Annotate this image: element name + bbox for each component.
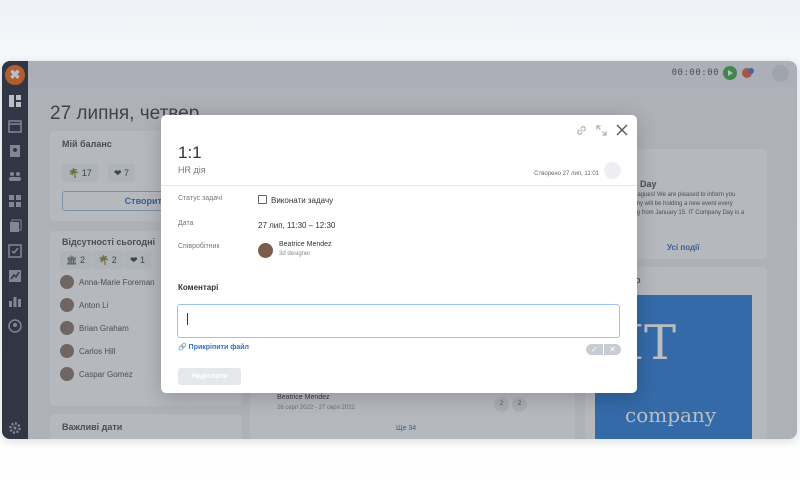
attach-file-link[interactable]: 🔗 Прикріпити файл bbox=[178, 343, 249, 351]
complete-task-checkbox[interactable] bbox=[258, 195, 267, 204]
confirm-icon[interactable]: ✓ bbox=[586, 344, 603, 355]
comment-input[interactable] bbox=[177, 304, 620, 338]
comment-actions: ✓ ✕ bbox=[586, 344, 621, 355]
employee-role: 3d designer bbox=[279, 251, 311, 257]
task-modal: 1:1 HR дія Створено 27 лип, 11:01 Статус… bbox=[161, 115, 637, 393]
link-icon[interactable] bbox=[576, 123, 587, 135]
employee-name[interactable]: Beatrice Mendez bbox=[279, 241, 332, 248]
comments-title: Коментарі bbox=[178, 283, 219, 292]
date-value: 27 лип, 11:30 – 12:30 bbox=[258, 221, 336, 230]
created-timestamp: Створено 27 лип, 11:01 bbox=[534, 171, 599, 177]
send-button[interactable]: Надіслати bbox=[178, 368, 241, 385]
close-icon[interactable] bbox=[616, 123, 628, 136]
modal-title: 1:1 bbox=[178, 143, 202, 162]
creator-avatar[interactable] bbox=[604, 162, 621, 179]
cancel-icon[interactable]: ✕ bbox=[604, 344, 621, 355]
modal-divider bbox=[161, 185, 637, 186]
modal-subtitle: HR дія bbox=[178, 165, 206, 175]
status-label: Статус задачі bbox=[178, 195, 223, 202]
date-label: Дата bbox=[178, 220, 194, 227]
modal-toolbar bbox=[576, 123, 628, 136]
text-cursor bbox=[187, 313, 188, 325]
employee-avatar[interactable] bbox=[258, 243, 273, 258]
expand-icon[interactable] bbox=[596, 123, 607, 136]
status-value[interactable]: Виконати задачу bbox=[271, 196, 333, 205]
employee-label: Співробітник bbox=[178, 243, 220, 250]
